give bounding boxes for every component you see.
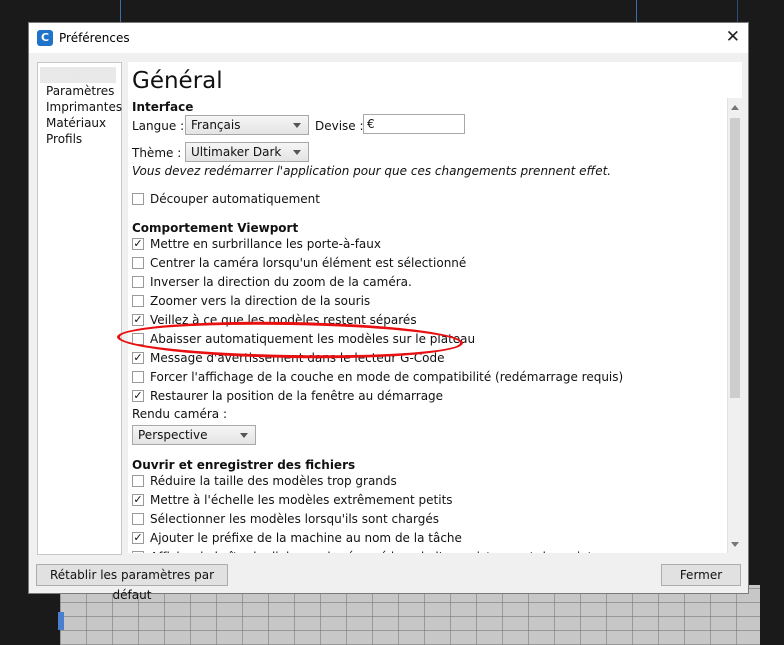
checkbox-checked[interactable]: ✓ xyxy=(132,314,144,326)
checkbox[interactable] xyxy=(132,333,144,345)
general-settings-panel: Général Interface Langue : Français Devi… xyxy=(128,62,742,553)
theme-dropdown[interactable]: Ultimaker Dark xyxy=(185,142,309,162)
preferences-dialog: C Préférences ✕ Général Paramètres Impri… xyxy=(28,22,749,602)
camera-render-dropdown[interactable]: Perspective xyxy=(132,425,256,445)
window-title: Préférences xyxy=(59,31,130,45)
preferences-nav: Général Paramètres Imprimantes Matériaux… xyxy=(37,62,122,555)
camera-render-value: Perspective xyxy=(138,428,208,442)
checkbox[interactable] xyxy=(132,257,144,269)
theme-value: Ultimaker Dark xyxy=(191,145,282,159)
theme-label: Thème : xyxy=(132,146,182,160)
checkmark-icon: ✓ xyxy=(133,237,143,250)
page-title: Général xyxy=(132,68,223,94)
nav-item-settings[interactable]: Paramètres xyxy=(46,83,114,99)
title-bar: C Préférences ✕ xyxy=(29,23,748,53)
checkmark-icon: ✓ xyxy=(133,550,142,553)
currency-field[interactable]: € xyxy=(363,114,465,134)
nav-item-general[interactable]: Général xyxy=(40,67,116,83)
nav-item-printers[interactable]: Imprimantes xyxy=(46,99,122,115)
checkbox[interactable] xyxy=(132,513,144,525)
scroll-down-icon[interactable] xyxy=(731,542,739,547)
nav-item-materials[interactable]: Matériaux xyxy=(46,115,106,131)
scroll-up-icon[interactable] xyxy=(731,105,739,110)
checkbox-label: Mettre à l'échelle les modèles extrêmeme… xyxy=(150,493,453,507)
checkbox-checked[interactable]: ✓ xyxy=(132,532,144,544)
language-dropdown[interactable]: Français xyxy=(185,115,309,135)
checkbox-label: Centrer la caméra lorsqu'un élément est … xyxy=(150,256,467,270)
checkbox-checked[interactable]: ✓ xyxy=(132,352,144,364)
checkbox-label: Restaurer la position de la fenêtre au d… xyxy=(150,389,444,403)
checkbox-label: Sélectionner les modèles lorsqu'ils sont… xyxy=(150,512,440,526)
checkmark-icon: ✓ xyxy=(133,531,143,544)
checkbox-label: Abaisser automatiquement les modèles sur… xyxy=(150,332,476,346)
section-interface-heading: Interface xyxy=(132,100,194,114)
close-icon[interactable]: ✕ xyxy=(726,27,740,47)
checkbox-checked[interactable]: ✓ xyxy=(132,238,144,250)
scrollbar[interactable] xyxy=(727,98,742,553)
nav-item-profiles[interactable]: Profils xyxy=(46,131,82,147)
dropdown-arrow-icon xyxy=(240,433,248,438)
checkbox-label: Réduire la taille des modèles trop grand… xyxy=(150,474,397,488)
checkbox-label: Ajouter le préfixe de la machine au nom … xyxy=(150,531,462,545)
cura-app-icon: C xyxy=(37,30,53,46)
checkbox-label: Zoomer vers la direction de la souris xyxy=(150,294,371,308)
currency-label: Devise : xyxy=(315,119,364,133)
scrollbar-thumb[interactable] xyxy=(730,118,740,398)
checkbox[interactable] xyxy=(132,475,144,487)
checkmark-icon: ✓ xyxy=(133,493,143,506)
checkbox[interactable] xyxy=(132,193,144,205)
checkbox-checked[interactable]: ✓ xyxy=(132,494,144,506)
checkbox-label: Veillez à ce que les modèles restent sép… xyxy=(150,313,417,327)
section-viewport-heading: Comportement Viewport xyxy=(132,221,299,235)
checkbox-label: Inverser la direction du zoom de la camé… xyxy=(150,275,412,289)
checkbox-label: Message d'avertissement dans le lecteur … xyxy=(150,351,445,365)
checkmark-icon: ✓ xyxy=(133,389,143,402)
dropdown-arrow-icon xyxy=(293,123,301,128)
reset-defaults-button[interactable]: Rétablir les paramètres par défaut xyxy=(36,564,228,602)
checkbox[interactable] xyxy=(132,276,144,288)
language-label: Langue : xyxy=(132,119,185,133)
camera-render-label: Rendu caméra : xyxy=(132,407,227,421)
checkbox-label: Mettre en surbrillance les porte-à-faux xyxy=(150,237,381,251)
checkbox-label: Découper automatiquement xyxy=(150,192,320,206)
checkmark-icon: ✓ xyxy=(133,351,143,364)
checkbox-label: Forcer l'affichage de la couche en mode … xyxy=(150,370,624,384)
checkmark-icon: ✓ xyxy=(133,313,143,326)
restart-note: Vous devez redémarrer l'application pour… xyxy=(132,164,612,178)
checkbox[interactable] xyxy=(132,371,144,383)
checkbox-checked[interactable]: ✓ xyxy=(132,551,144,553)
checkbox-checked[interactable]: ✓ xyxy=(132,390,144,402)
close-button[interactable]: Fermer xyxy=(661,564,741,586)
axis-indicator xyxy=(58,612,64,630)
checkbox-label: Afficher la boîte de dialogue du résumé … xyxy=(150,550,592,553)
language-value: Français xyxy=(191,118,241,132)
checkbox[interactable] xyxy=(132,295,144,307)
build-plate-grid xyxy=(60,585,760,645)
section-files-heading: Ouvrir et enregistrer des fichiers xyxy=(132,458,356,472)
dropdown-arrow-icon xyxy=(293,150,301,155)
